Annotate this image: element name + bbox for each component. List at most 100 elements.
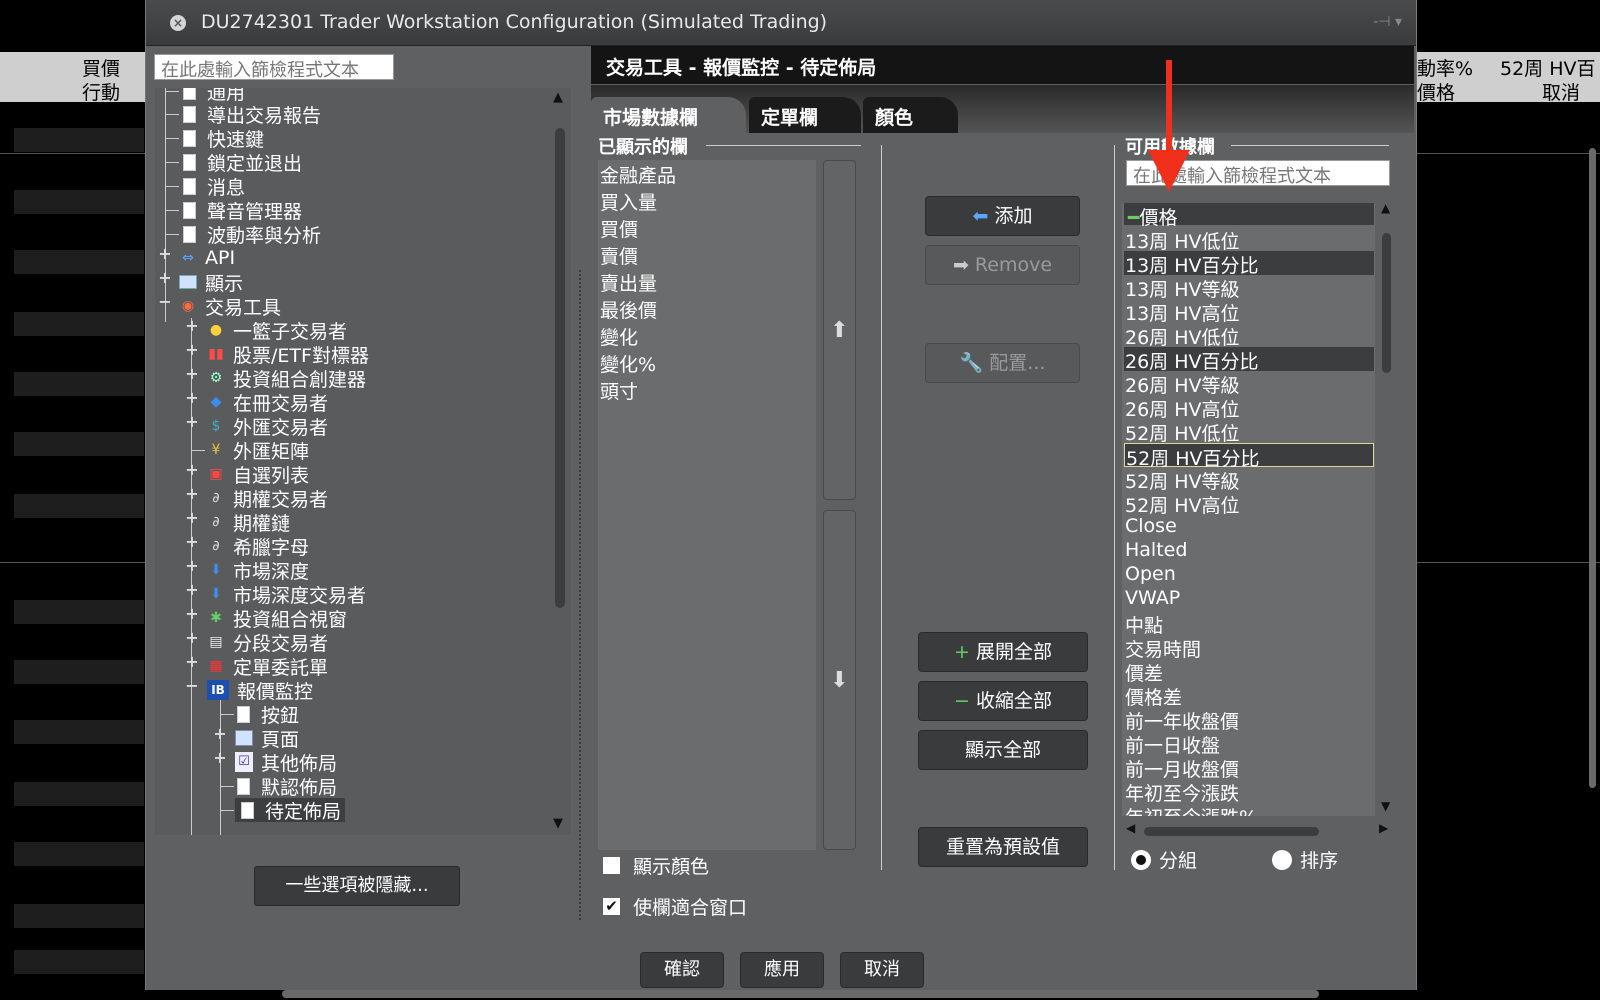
list-item[interactable]: 賣價 xyxy=(600,242,638,269)
list-item[interactable]: 年初至今漲跌 xyxy=(1124,779,1374,805)
list-item[interactable]: 26周 HV高位 xyxy=(1124,395,1374,421)
list-item[interactable]: 年初至今漲跌% xyxy=(1124,803,1374,816)
background-vertical-scrollbar[interactable] xyxy=(1589,148,1596,788)
list-item[interactable]: 變化% xyxy=(600,350,656,377)
expand-icon[interactable]: + xyxy=(185,316,199,335)
move-up-button[interactable]: ⬆ xyxy=(823,160,856,500)
tree-filter-input[interactable]: 在此處輸入篩檢程式文本 xyxy=(154,54,394,80)
cancel-button[interactable]: 取消 xyxy=(840,952,924,988)
tree-item[interactable]: ∂ 期權交易者 xyxy=(207,486,328,511)
tree-item[interactable]: $ 外匯交易者 xyxy=(207,414,328,439)
tree-item[interactable]: ¥ 外匯矩陣 xyxy=(207,438,309,463)
configure-button[interactable]: 🔧 配置... xyxy=(925,343,1080,383)
list-item[interactable]: 賣出量 xyxy=(600,269,657,296)
tree-item[interactable]: ● 一籃子交易者 xyxy=(207,318,347,343)
expand-icon[interactable]: + xyxy=(185,364,199,383)
list-item[interactable]: 交易時間 xyxy=(1124,635,1374,661)
tree-item[interactable]: ⬇ 市場深度 xyxy=(207,558,309,583)
scroll-thumb[interactable] xyxy=(1382,233,1391,373)
tab-colors[interactable]: 顏色 xyxy=(863,97,958,133)
ok-button[interactable]: 確認 xyxy=(640,952,724,988)
expand-icon[interactable]: + xyxy=(185,532,199,551)
collapse-icon[interactable]: ━ xyxy=(1128,207,1139,229)
tree-item[interactable]: ▤ 分段交易者 xyxy=(207,630,328,655)
expand-icon[interactable]: + xyxy=(158,244,172,263)
expand-icon[interactable]: + xyxy=(185,580,199,599)
available-horizontal-scrollbar[interactable]: ◀ ▶ xyxy=(1124,821,1394,839)
window-horizontal-scrollbar[interactable] xyxy=(282,990,1319,998)
tree-item[interactable]: 聲音管理器 xyxy=(181,198,302,223)
list-item[interactable]: VWAP xyxy=(1124,587,1374,611)
list-item[interactable]: 頭寸 xyxy=(600,377,638,404)
expand-icon[interactable]: + xyxy=(185,628,199,647)
tree-item[interactable]: ▦ 定單委託單 xyxy=(207,654,328,679)
tree-item[interactable]: ⬇ 市場深度交易者 xyxy=(207,582,366,607)
expand-icon[interactable]: + xyxy=(213,724,227,743)
expand-icon[interactable]: + xyxy=(185,652,199,671)
tree-item-display[interactable]: 顯示 xyxy=(179,270,243,295)
list-item[interactable]: 26周 HV等級 xyxy=(1124,371,1374,397)
list-item[interactable]: Halted xyxy=(1124,539,1374,563)
scroll-thumb[interactable] xyxy=(555,128,565,608)
expand-all-button[interactable]: + 展開全部 xyxy=(918,632,1088,672)
scroll-down-icon[interactable]: ▼ xyxy=(553,816,563,831)
expand-icon[interactable]: + xyxy=(185,388,199,407)
show-all-button[interactable]: 顯示全部 xyxy=(918,730,1088,770)
list-item[interactable]: 變化 xyxy=(600,323,638,350)
scroll-down-icon[interactable]: ▼ xyxy=(1381,799,1390,813)
reset-default-button[interactable]: 重置為預設值 xyxy=(918,827,1088,867)
tree-item[interactable]: ∂ 希臘字母 xyxy=(207,534,309,559)
remove-button[interactable]: ➡ Remove xyxy=(925,245,1080,285)
list-item[interactable]: 52周 HV等級 xyxy=(1124,467,1374,493)
scroll-left-icon[interactable]: ◀ xyxy=(1126,821,1135,835)
list-item[interactable]: 13周 HV低位 xyxy=(1124,227,1374,253)
list-item[interactable]: 13周 HV高位 xyxy=(1124,299,1374,325)
apply-button[interactable]: 應用 xyxy=(740,952,824,988)
shown-columns-list[interactable]: 金融產品 買入量 買價 賣價 賣出量 最後價 變化 變化% 頭寸 xyxy=(598,160,816,850)
expand-icon[interactable]: + xyxy=(185,484,199,503)
expand-icon[interactable]: + xyxy=(213,748,227,767)
list-item[interactable]: 前一月收盤價 xyxy=(1124,755,1374,781)
tree-item[interactable]: 導出交易報告 xyxy=(181,102,321,127)
list-item[interactable]: 買入量 xyxy=(600,188,657,215)
tree-item[interactable]: 鎖定並退出 xyxy=(181,150,302,175)
tree-item[interactable]: ∂ 期權鏈 xyxy=(207,510,290,535)
tree-item[interactable]: ✱ 投資組合視窗 xyxy=(207,606,347,631)
expand-icon[interactable]: + xyxy=(185,604,199,623)
tree-item[interactable]: ◆ 在冊交易者 xyxy=(207,390,328,415)
collapse-icon[interactable]: − xyxy=(185,676,199,695)
list-item[interactable]: 13周 HV百分比 xyxy=(1124,251,1374,277)
tree-scrollbar[interactable]: ▲ ▼ xyxy=(549,88,571,835)
radio-group[interactable]: 分組 xyxy=(1131,846,1197,873)
tab-market-data-columns[interactable]: 市場數據欄 xyxy=(591,97,746,133)
list-item[interactable]: 價差 xyxy=(1124,659,1374,685)
tree-item[interactable]: ⚙ 投資組合創建器 xyxy=(207,366,366,391)
list-item[interactable]: Close xyxy=(1124,515,1374,539)
add-button[interactable]: ⬅ 添加 xyxy=(925,196,1080,236)
list-item[interactable]: Open xyxy=(1124,563,1374,587)
list-item[interactable]: 價格差 xyxy=(1124,683,1374,709)
tree-item[interactable]: 消息 xyxy=(181,174,245,199)
pin-icon[interactable]: -⊣ ▾ xyxy=(1373,14,1402,30)
expand-icon[interactable]: + xyxy=(185,460,199,479)
tree-item[interactable]: 快速鍵 xyxy=(181,126,264,151)
panel-splitter[interactable] xyxy=(579,270,581,920)
list-item[interactable]: 26周 HV低位 xyxy=(1124,323,1374,349)
available-group-header[interactable]: ━價格 xyxy=(1124,203,1374,229)
tree-item-quote-monitor[interactable]: IB 報價監控 xyxy=(207,678,313,703)
list-item-focused[interactable]: 52周 HV百分比 xyxy=(1124,443,1374,470)
list-item[interactable]: 前一年收盤價 xyxy=(1124,707,1374,733)
expand-icon[interactable]: + xyxy=(185,556,199,575)
hidden-options-button[interactable]: 一些選項被隱藏... xyxy=(254,866,460,906)
tree-item[interactable]: 默認佈局 xyxy=(235,774,337,799)
list-item[interactable]: 26周 HV百分比 xyxy=(1124,347,1374,373)
list-item[interactable]: 金融產品 xyxy=(600,161,676,188)
list-item[interactable]: 買價 xyxy=(600,215,638,242)
expand-icon[interactable]: + xyxy=(185,340,199,359)
scroll-thumb[interactable] xyxy=(1144,827,1319,836)
tree-item[interactable]: ▮▮ 股票/ETF對標器 xyxy=(207,342,369,367)
scroll-right-icon[interactable]: ▶ xyxy=(1379,821,1388,835)
list-item[interactable]: 前一日收盤 xyxy=(1124,731,1374,757)
tab-order-columns[interactable]: 定單欄 xyxy=(749,97,861,133)
available-columns-list[interactable]: 13周 HV低位 13周 HV百分比 13周 HV等級 13周 HV高位 26周… xyxy=(1122,203,1375,816)
